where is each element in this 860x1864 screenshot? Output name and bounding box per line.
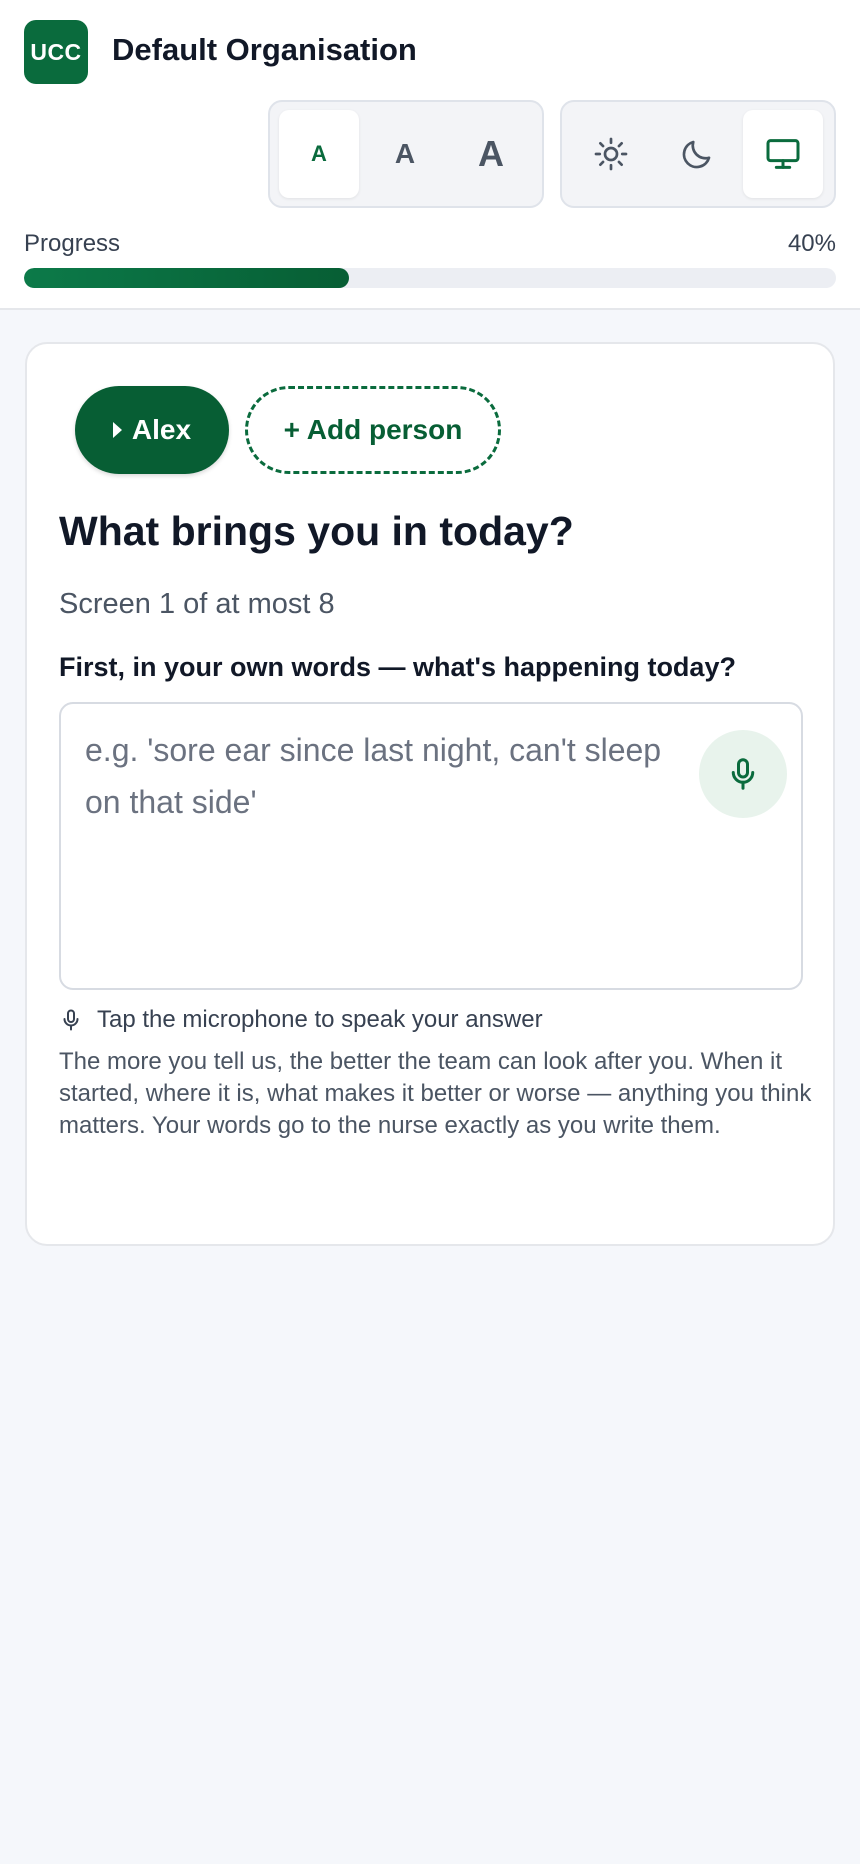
dark-theme-button[interactable] bbox=[657, 110, 737, 198]
screen-counter: Screen 1 of at most 8 bbox=[59, 588, 335, 620]
font-size-selector: A A A bbox=[268, 100, 544, 208]
add-person-button[interactable]: + Add person bbox=[245, 386, 501, 474]
person-name: Alex bbox=[131, 414, 192, 445]
sun-icon bbox=[594, 137, 628, 171]
answer-field-wrapper bbox=[59, 702, 803, 990]
theme-selector bbox=[560, 100, 836, 208]
moon-icon bbox=[682, 140, 711, 169]
font-size-small-button[interactable]: A bbox=[279, 110, 359, 198]
caret-right-icon bbox=[112, 422, 122, 438]
font-size-medium-button[interactable]: A bbox=[365, 110, 445, 198]
microphone-icon bbox=[731, 758, 755, 790]
answer-textarea[interactable] bbox=[61, 704, 801, 988]
monitor-icon bbox=[766, 139, 800, 169]
light-theme-button[interactable] bbox=[571, 110, 651, 198]
question-card: Alex + Add person What brings you in tod… bbox=[25, 342, 835, 1246]
progress-label: Progress bbox=[24, 230, 121, 257]
mic-hint-text: Tap the microphone to speak your answer bbox=[97, 1006, 543, 1033]
org-name: Default Organisation bbox=[112, 32, 417, 67]
progress-bar-fill bbox=[24, 268, 349, 288]
question-title: What brings you in today? bbox=[59, 508, 574, 554]
help-text: The more you tell us, the better the tea… bbox=[59, 1048, 812, 1139]
progress-percent: 40% bbox=[787, 230, 836, 257]
person-tab-alex[interactable]: Alex bbox=[75, 386, 229, 474]
progress-bar bbox=[24, 268, 836, 288]
app-header: UCC Default Organisation A A A Progress … bbox=[0, 0, 860, 310]
org-logo: UCC bbox=[24, 20, 88, 84]
mic-hint: Tap the microphone to speak your answer bbox=[59, 1006, 543, 1034]
font-size-large-button[interactable]: A bbox=[451, 110, 531, 198]
field-label: First, in your own words — what's happen… bbox=[59, 652, 736, 682]
system-theme-button[interactable] bbox=[743, 110, 823, 198]
microphone-button[interactable] bbox=[699, 730, 787, 818]
microphone-small-icon bbox=[63, 1009, 79, 1031]
